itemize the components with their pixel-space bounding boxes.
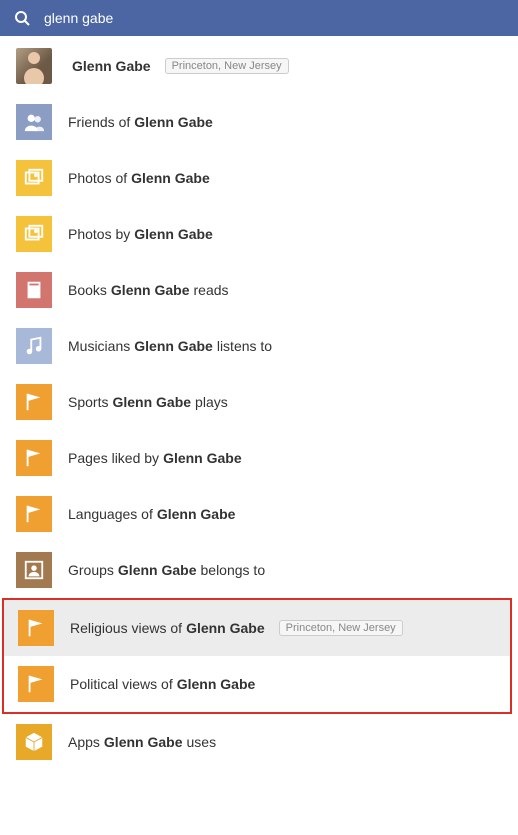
label-before: Apps [68,734,100,750]
flag-icon [16,440,52,476]
search-icon [14,10,30,26]
label-before: Photos by [68,226,130,242]
result-label: Books Glenn Gabe reads [68,282,229,298]
result-label: Pages liked by Glenn Gabe [68,450,246,466]
label-before: Political views of [70,676,173,692]
highlight-box: Religious views of Glenn Gabe Princeton, … [2,598,512,714]
result-row[interactable]: Political views of Glenn Gabe [4,656,510,712]
avatar [16,48,52,84]
label-bold: Glenn Gabe [104,734,183,750]
location-badge: Princeton, New Jersey [279,620,403,636]
photos-icon [16,216,52,252]
result-label: Musicians Glenn Gabe listens to [68,338,272,354]
label-bold: Glenn Gabe [134,114,213,130]
result-label: Glenn Gabe Princeton, New Jersey [68,58,289,74]
result-row[interactable]: Religious views of Glenn Gabe Princeton, … [4,600,510,656]
music-icon [16,328,52,364]
result-row[interactable]: Sports Glenn Gabe plays [0,374,518,430]
location-badge: Princeton, New Jersey [165,58,289,74]
label-bold: Glenn Gabe [131,170,210,186]
result-row[interactable]: Pages liked by Glenn Gabe [0,430,518,486]
label-bold: Glenn Gabe [118,562,197,578]
result-label: Groups Glenn Gabe belongs to [68,562,265,578]
label-bold: Glenn Gabe [177,676,256,692]
label-before: Pages liked by [68,450,159,466]
label-bold: Glenn Gabe [134,338,213,354]
result-label: Political views of Glenn Gabe [70,676,259,692]
label-after: listens to [217,338,272,354]
result-row[interactable]: Books Glenn Gabe reads [0,262,518,318]
friends-icon [16,104,52,140]
label-before: Groups [68,562,114,578]
label-after: belongs to [201,562,266,578]
label-before: Friends of [68,114,130,130]
result-label: Apps Glenn Gabe uses [68,734,216,750]
result-label: Friends of Glenn Gabe [68,114,217,130]
flag-icon [16,384,52,420]
label-before: Languages of [68,506,153,522]
result-row[interactable]: Friends of Glenn Gabe [0,94,518,150]
label-after: reads [194,282,229,298]
flag-icon [18,610,54,646]
label-bold: Glenn Gabe [186,620,265,636]
result-row[interactable]: Musicians Glenn Gabe listens to [0,318,518,374]
label-before: Photos of [68,170,127,186]
group-icon [16,552,52,588]
photos-icon [16,160,52,196]
label-before: Sports [68,394,108,410]
result-label: Languages of Glenn Gabe [68,506,239,522]
label-before: Religious views of [70,620,182,636]
result-label: Photos by Glenn Gabe [68,226,217,242]
flag-icon [16,496,52,532]
result-row[interactable]: Languages of Glenn Gabe [0,486,518,542]
result-label: Religious views of Glenn Gabe Princeton, … [70,620,403,636]
result-label: Photos of Glenn Gabe [68,170,214,186]
search-input[interactable] [44,10,504,26]
label-bold: Glenn Gabe [134,226,213,242]
label-before: Musicians [68,338,130,354]
result-label: Sports Glenn Gabe plays [68,394,228,410]
result-row[interactable]: Photos of Glenn Gabe [0,150,518,206]
label-bold: Glenn Gabe [111,282,190,298]
search-bar [0,0,518,36]
search-results: Glenn Gabe Princeton, New Jersey Friends o… [0,36,518,770]
result-row[interactable]: Apps Glenn Gabe uses [0,714,518,770]
label-bold: Glenn Gabe [112,394,191,410]
book-icon [16,272,52,308]
label-bold: Glenn Gabe [163,450,242,466]
label-before: Books [68,282,107,298]
label-after: uses [187,734,217,750]
result-row[interactable]: Glenn Gabe Princeton, New Jersey [0,38,518,94]
result-row[interactable]: Groups Glenn Gabe belongs to [0,542,518,598]
flag-icon [18,666,54,702]
label-bold: Glenn Gabe [157,506,236,522]
result-row[interactable]: Photos by Glenn Gabe [0,206,518,262]
label-after: plays [195,394,228,410]
cube-icon [16,724,52,760]
label-bold: Glenn Gabe [72,58,151,74]
